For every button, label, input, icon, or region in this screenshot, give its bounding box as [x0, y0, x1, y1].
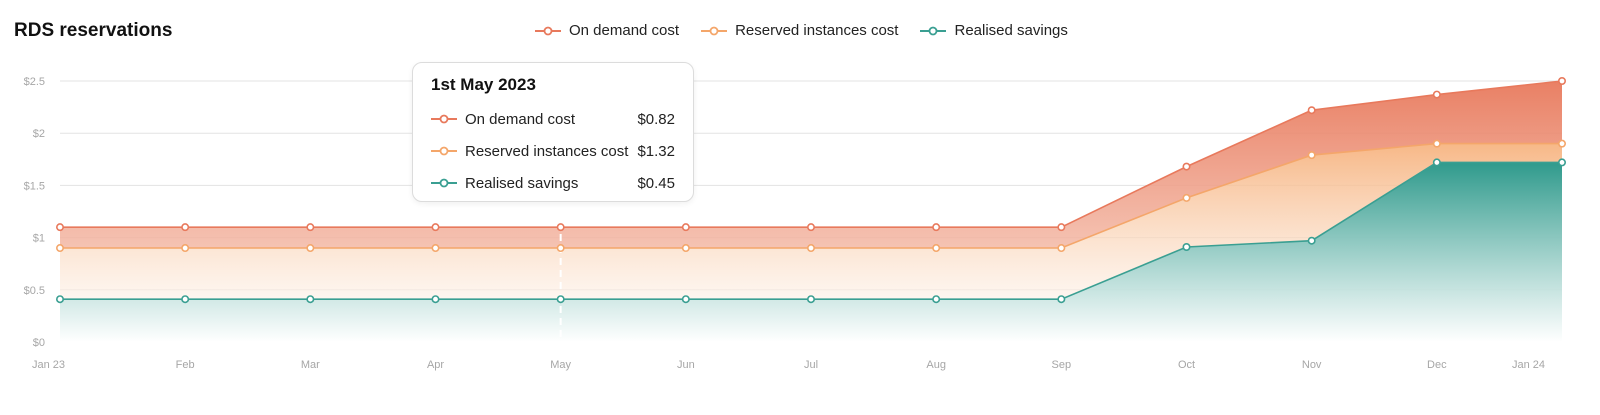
x-tick-label: Feb — [176, 359, 195, 371]
point-realised-savings-5 — [681, 295, 690, 304]
x-tick-label: Jul — [804, 359, 818, 371]
x-tick-label: Apr — [427, 359, 444, 371]
tooltip-row-reserved: Reserved instances cost $1.32 — [431, 135, 675, 167]
point-realised-savings-12 — [1558, 158, 1567, 167]
x-tick-label: May — [550, 359, 571, 371]
y-tick-label: $1 — [33, 233, 45, 245]
chart-tooltip: 1st May 2023 On demand cost $0.82 Reserv… — [412, 62, 694, 202]
tooltip-marker-savings — [431, 178, 457, 188]
y-tick-label: $2 — [33, 128, 45, 140]
point-realised-savings-4 — [556, 295, 565, 304]
point-reserved-instances-cost-11 — [1432, 139, 1441, 148]
x-tick-label: Jun — [677, 359, 695, 371]
point-realised-savings-9 — [1182, 242, 1191, 251]
point-reserved-instances-cost-10 — [1307, 151, 1316, 160]
tooltip-row-on-demand: On demand cost $0.82 — [431, 103, 675, 135]
point-realised-savings-0 — [55, 295, 64, 304]
point-reserved-instances-cost-12 — [1558, 139, 1567, 148]
point-on-demand-cost-6 — [806, 223, 815, 232]
point-reserved-instances-cost-6 — [806, 244, 815, 253]
x-tick-label: Oct — [1178, 359, 1195, 371]
tooltip-date: 1st May 2023 — [431, 75, 536, 94]
point-realised-savings-7 — [932, 295, 941, 304]
point-on-demand-cost-9 — [1182, 162, 1191, 171]
y-tick-label: $0 — [33, 337, 45, 349]
point-on-demand-cost-12 — [1558, 77, 1567, 86]
point-on-demand-cost-10 — [1307, 106, 1316, 115]
x-tick-label: Jan 24 — [1512, 359, 1545, 371]
point-on-demand-cost-7 — [932, 223, 941, 232]
point-realised-savings-8 — [1057, 295, 1066, 304]
point-realised-savings-6 — [806, 295, 815, 304]
point-on-demand-cost-5 — [681, 223, 690, 232]
tooltip-row-savings: Realised savings $0.45 — [431, 167, 675, 199]
point-reserved-instances-cost-1 — [181, 244, 190, 253]
point-on-demand-cost-4 — [556, 223, 565, 232]
point-on-demand-cost-8 — [1057, 223, 1066, 232]
tooltip-marker-on-demand — [431, 114, 457, 124]
point-reserved-instances-cost-9 — [1182, 193, 1191, 202]
y-axis: $0 $0.5 $1 $1.5 $2 $2.5 — [24, 76, 45, 349]
point-realised-savings-11 — [1432, 158, 1441, 167]
x-axis: Jan 23 Feb Mar Apr May Jun Jul Aug Sep Oct Nov Dec J… — [32, 359, 1545, 371]
tooltip-value-savings: $0.45 — [637, 174, 675, 192]
point-on-demand-cost-2 — [306, 223, 315, 232]
x-tick-label: Aug — [926, 359, 946, 371]
x-tick-label: Sep — [1052, 359, 1072, 371]
point-realised-savings-1 — [181, 295, 190, 304]
tooltip-label-reserved: Reserved instances cost — [465, 142, 629, 160]
point-reserved-instances-cost-7 — [932, 244, 941, 253]
point-on-demand-cost-3 — [431, 223, 440, 232]
tooltip-value-on-demand: $0.82 — [637, 110, 675, 128]
area-chart[interactable]: $0 $0.5 $1 $1.5 $2 $2.5 Jan 23 Feb Mar Apr May Jun… — [0, 0, 1600, 415]
point-on-demand-cost-11 — [1432, 90, 1441, 99]
x-tick-label: Dec — [1427, 359, 1447, 371]
point-reserved-instances-cost-5 — [681, 244, 690, 253]
y-tick-label: $0.5 — [24, 285, 45, 297]
x-tick-label: Mar — [301, 359, 320, 371]
y-tick-label: $1.5 — [24, 180, 45, 192]
point-reserved-instances-cost-8 — [1057, 244, 1066, 253]
point-realised-savings-2 — [306, 295, 315, 304]
tooltip-value-reserved: $1.32 — [637, 142, 675, 160]
point-reserved-instances-cost-3 — [431, 244, 440, 253]
tooltip-marker-reserved — [431, 146, 457, 156]
point-reserved-instances-cost-0 — [55, 244, 64, 253]
tooltip-label-on-demand: On demand cost — [465, 110, 576, 128]
point-reserved-instances-cost-2 — [306, 244, 315, 253]
x-tick-label: Jan 23 — [32, 359, 65, 371]
point-realised-savings-10 — [1307, 236, 1316, 245]
tooltip-label-savings: Realised savings — [465, 174, 579, 192]
point-reserved-instances-cost-4 — [556, 244, 565, 253]
x-tick-label: Nov — [1302, 359, 1322, 371]
y-tick-label: $2.5 — [24, 76, 45, 88]
point-realised-savings-3 — [431, 295, 440, 304]
point-on-demand-cost-1 — [181, 223, 190, 232]
point-on-demand-cost-0 — [55, 223, 64, 232]
